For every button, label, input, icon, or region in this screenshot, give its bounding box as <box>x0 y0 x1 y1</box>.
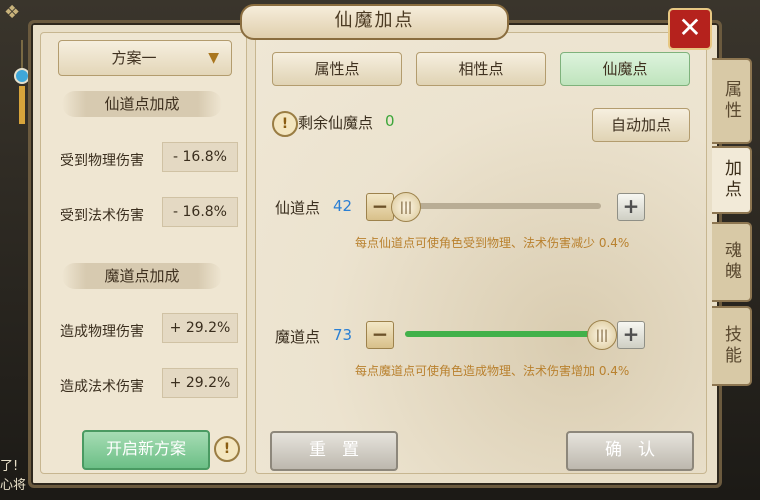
tab-affinity-points[interactable]: 相性点 <box>416 52 546 86</box>
window-title: 仙魔加点 <box>240 4 509 40</box>
info-icon[interactable]: ! <box>272 111 298 137</box>
mo-section-title: 魔道点加成 <box>62 263 222 289</box>
mo-plus-button[interactable]: + <box>617 321 645 349</box>
tab-attribute-points[interactable]: 属性点 <box>272 52 402 86</box>
close-button[interactable]: ✕ <box>668 8 712 50</box>
stat-label: 造成物理伤害 <box>60 324 144 340</box>
side-tab-points[interactable]: 加点 <box>712 146 752 214</box>
confirm-button[interactable]: 确认 <box>566 431 694 471</box>
xian-slider-value: 42 <box>333 197 353 215</box>
chevron-down-icon: ▼ <box>208 50 219 66</box>
xian-slider-thumb[interactable]: ||| <box>391 192 421 222</box>
side-tab-attributes[interactable]: 属性 <box>712 58 752 144</box>
mo-minus-button[interactable]: − <box>366 321 394 349</box>
stat-label: 受到物理伤害 <box>60 153 144 169</box>
xian-section-title: 仙道点加成 <box>62 91 222 117</box>
mo-slider-label: 魔道点 <box>275 328 321 346</box>
chat-line: 心将 <box>0 478 27 493</box>
chat-line: 了! <box>0 459 19 474</box>
reset-button[interactable]: 重置 <box>270 431 398 471</box>
mo-hint: 每点魔道点可使角色造成物理、法术伤害增加 0.4% <box>355 364 630 378</box>
xian-hint: 每点仙道点可使角色受到物理、法术伤害减少 0.4% <box>355 236 630 250</box>
info-icon[interactable]: ! <box>214 436 240 462</box>
remaining-points-value: 0 <box>385 112 395 130</box>
mo-slider-thumb[interactable]: ||| <box>587 320 617 350</box>
mo-slider-track[interactable] <box>405 331 601 337</box>
xian-minus-button[interactable]: − <box>366 193 394 221</box>
xian-plus-button[interactable]: + <box>617 193 645 221</box>
side-tab-skills[interactable]: 技能 <box>712 306 752 386</box>
mo-slider-fill <box>405 331 601 337</box>
stat-label: 受到法术伤害 <box>60 208 144 224</box>
remaining-points-label: 剩余仙魔点 <box>298 114 374 132</box>
stat-value: - 16.8% <box>162 197 238 227</box>
plan-dropdown-label: 方案一 <box>111 49 157 67</box>
stat-label: 造成法术伤害 <box>60 379 144 395</box>
stat-value: - 16.8% <box>162 142 238 172</box>
stat-value: + 29.2% <box>162 368 238 398</box>
auto-assign-button[interactable]: 自动加点 <box>592 108 690 142</box>
right-area <box>255 32 707 474</box>
corner-ornament-icon: ❖ <box>4 2 21 23</box>
xian-slider-label: 仙道点 <box>275 199 321 217</box>
xian-slider-track[interactable] <box>405 203 601 209</box>
mo-slider-value: 73 <box>333 326 353 344</box>
stat-value: + 29.2% <box>162 313 238 343</box>
new-plan-button[interactable]: 开启新方案 <box>82 430 210 470</box>
tab-xianmo-points[interactable]: 仙魔点 <box>560 52 690 86</box>
plan-dropdown[interactable]: 方案一 ▼ <box>58 40 232 76</box>
side-tab-soul[interactable]: 魂魄 <box>712 222 752 302</box>
